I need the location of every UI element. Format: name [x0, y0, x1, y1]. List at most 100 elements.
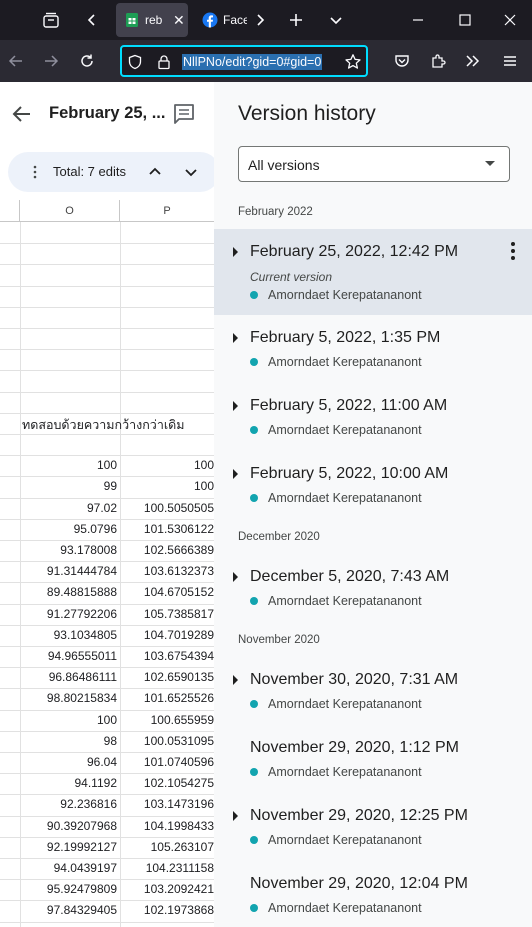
- bookmark-star-icon[interactable]: [344, 53, 362, 71]
- cell-column-o[interactable]: 95.0796: [20, 519, 117, 540]
- cell-column-o[interactable]: 99: [20, 476, 117, 497]
- minimize-icon[interactable]: [402, 4, 434, 36]
- cell-column-o[interactable]: 100: [20, 710, 117, 731]
- comment-icon[interactable]: [172, 102, 196, 126]
- expand-triangle-icon[interactable]: [233, 401, 238, 411]
- column-header-p[interactable]: P: [120, 200, 214, 222]
- new-tab-icon[interactable]: [280, 4, 312, 36]
- cell-column-p[interactable]: 100.0531095: [120, 731, 214, 752]
- tab-facebook[interactable]: Face: [194, 3, 248, 37]
- cell-column-p[interactable]: 101.6525526: [120, 688, 214, 709]
- column-header-o[interactable]: O: [20, 200, 120, 222]
- cell-column-p[interactable]: 100.655959: [120, 710, 214, 731]
- forward-icon[interactable]: [35, 45, 67, 77]
- previous-edit-chevron-up-icon[interactable]: [143, 160, 167, 184]
- menu-icon[interactable]: [494, 45, 526, 77]
- cell-column-o[interactable]: 89.48815888: [20, 582, 117, 603]
- cell-column-o[interactable]: 91.27792206: [20, 604, 117, 625]
- cell-column-o[interactable]: 92.19992127: [20, 837, 117, 858]
- cell-column-o[interactable]: 91.31444784: [20, 561, 117, 582]
- tab-scroll-right-icon[interactable]: [244, 4, 276, 36]
- tab-list-icon[interactable]: [320, 4, 352, 36]
- cell-column-p[interactable]: 101.0740596: [120, 752, 214, 773]
- url-text[interactable]: NllPNo/edit?gid=0#gid=0: [182, 54, 323, 70]
- cell-column-o[interactable]: 93.1034805: [20, 625, 117, 646]
- cell-column-p[interactable]: 104.7019289: [120, 625, 214, 646]
- cell-column-p[interactable]: 102.5666389: [120, 540, 214, 561]
- cell-column-o[interactable]: 100: [20, 455, 117, 476]
- cell-column-o[interactable]: 97.02: [20, 498, 117, 519]
- version-entry[interactable]: November 30, 2020, 7:31 AM Amorndaet Kere…: [214, 657, 532, 725]
- cell-column-p[interactable]: 103.2092421: [120, 879, 214, 900]
- lock-icon[interactable]: [156, 54, 172, 70]
- cell-column-o[interactable]: 98: [20, 731, 117, 752]
- cell-column-o[interactable]: 94.0439197: [20, 858, 117, 879]
- cell-column-p[interactable]: 102.1973868: [120, 900, 214, 921]
- maximize-icon[interactable]: [449, 4, 481, 36]
- cell-column-p[interactable]: 102.1054275: [120, 773, 214, 794]
- version-entry[interactable]: February 25, 2022, 12:42 PM Current versi…: [214, 229, 532, 315]
- tab-scroll-left-icon[interactable]: [76, 4, 108, 36]
- row-gridline: [0, 412, 214, 414]
- pocket-icon[interactable]: [386, 45, 418, 77]
- cell-column-p[interactable]: 105.263107: [120, 837, 214, 858]
- cell-value: 102.1054275: [143, 776, 214, 791]
- cell-column-p[interactable]: 101.1954514: [120, 922, 214, 927]
- close-tab-icon[interactable]: ✕: [173, 12, 185, 29]
- cell-column-p[interactable]: 102.6590135: [120, 667, 214, 688]
- back-icon[interactable]: [0, 45, 32, 77]
- cell-column-o[interactable]: 92.236816: [20, 794, 117, 815]
- more-options-icon[interactable]: [504, 239, 522, 263]
- version-entry[interactable]: November 29, 2020, 12:25 PM Amorndaet Ker…: [214, 793, 532, 861]
- cell-column-o[interactable]: 93.178008: [20, 540, 117, 561]
- cell-column-o[interactable]: 94.96555011: [20, 646, 117, 667]
- text-cell[interactable]: ทดสอบด้วยความกว้างกว่าเดิม: [22, 415, 184, 435]
- url-bar[interactable]: NllPNo/edit?gid=0#gid=0: [120, 45, 368, 77]
- next-edit-chevron-down-icon[interactable]: [179, 160, 203, 184]
- tab-overview-icon[interactable]: [35, 4, 67, 36]
- cell-column-p[interactable]: 100: [120, 476, 214, 497]
- user-color-dot: [250, 494, 258, 502]
- version-entry[interactable]: February 5, 2022, 1:35 PM Amorndaet Kerep…: [214, 315, 532, 383]
- expand-triangle-icon[interactable]: [233, 469, 238, 479]
- cell-column-o[interactable]: 95.92479809: [20, 879, 117, 900]
- cell-column-o[interactable]: 94.1192: [20, 773, 118, 794]
- expand-triangle-icon[interactable]: [233, 333, 238, 343]
- cell-column-p[interactable]: 103.1473196: [120, 794, 214, 815]
- cell-column-o[interactable]: 97.84329405: [20, 900, 117, 921]
- cell-column-p[interactable]: 103.6754394: [120, 646, 214, 667]
- cell-column-p[interactable]: 100: [120, 455, 214, 476]
- cell-column-o[interactable]: 96.86486111: [20, 667, 117, 688]
- expand-triangle-icon[interactable]: [233, 572, 238, 582]
- cell-column-o[interactable]: 90.39207968: [20, 816, 117, 837]
- cell-column-p[interactable]: 104.1998433: [120, 816, 214, 837]
- tracking-protection-icon[interactable]: [127, 54, 143, 70]
- version-filter-select[interactable]: All versions: [238, 146, 510, 182]
- version-entry[interactable]: February 5, 2022, 10:00 AM Amorndaet Kere…: [214, 451, 532, 519]
- cell-column-o[interactable]: 96.04: [20, 752, 117, 773]
- cell-column-p[interactable]: 103.6132373: [120, 561, 214, 582]
- version-author: Amorndaet Kerepatananont: [268, 833, 422, 847]
- cell-value: 104.1998433: [143, 818, 214, 833]
- reload-icon[interactable]: [71, 45, 103, 77]
- overflow-icon[interactable]: [457, 45, 489, 77]
- expand-triangle-icon[interactable]: [233, 247, 238, 257]
- expand-triangle-icon[interactable]: [233, 811, 238, 821]
- drag-handle-icon[interactable]: [32, 164, 38, 180]
- cell-column-p[interactable]: 101.5306122: [120, 519, 214, 540]
- cell-column-o[interactable]: 98.80215834: [20, 688, 117, 709]
- version-entry[interactable]: November 29, 2020, 12:04 PM Amorndaet Ker…: [214, 861, 532, 927]
- extensions-icon[interactable]: [422, 45, 454, 77]
- cell-column-o[interactable]: 100: [20, 922, 117, 927]
- version-entry[interactable]: December 5, 2020, 7:43 AM Amorndaet Kerep…: [214, 554, 532, 622]
- cell-column-p[interactable]: 105.7385817: [120, 604, 214, 625]
- close-window-icon[interactable]: [494, 4, 526, 36]
- expand-triangle-icon[interactable]: [233, 675, 238, 685]
- back-arrow-icon[interactable]: [10, 102, 34, 126]
- cell-column-p[interactable]: 104.6705152: [120, 582, 214, 603]
- version-entry[interactable]: February 5, 2022, 11:00 AM Amorndaet Kere…: [214, 383, 532, 451]
- cell-column-p[interactable]: 100.5050505: [120, 498, 214, 519]
- version-entry[interactable]: November 29, 2020, 1:12 PM Amorndaet Kere…: [214, 725, 532, 793]
- tab-active[interactable]: reb ✕: [116, 3, 188, 37]
- cell-column-p[interactable]: 104.2311158: [120, 858, 214, 879]
